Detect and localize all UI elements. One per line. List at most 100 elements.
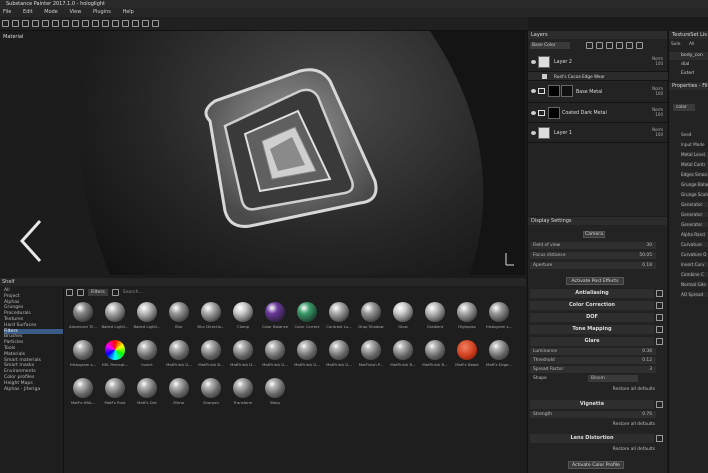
camera-icon[interactable] [82,20,89,27]
shelf-item[interactable]: Blur Directio... [194,302,228,334]
shelf-item[interactable]: Advanced Til... [66,302,100,334]
property-field[interactable]: Metal Contr [681,162,708,167]
view-3d-icon[interactable] [122,20,129,27]
vignette-strength-slider[interactable]: Strength 0.76 [530,411,656,418]
antialiasing-checkbox[interactable] [656,290,663,297]
activate-post-effects-button[interactable]: Activate Post Effects [566,277,624,285]
texture-set-item[interactable]: Exterl [669,70,708,78]
color-correction-checkbox[interactable] [656,302,663,309]
layer-blend[interactable]: Norm 100 [652,86,663,96]
property-field[interactable]: Alpha Rand [681,232,708,237]
glare-restore-defaults-button[interactable]: Restore all defaults [613,387,655,392]
search-input[interactable]: Search... [123,290,143,295]
add-fill-layer-icon[interactable] [606,42,613,49]
3d-viewport[interactable]: Material [0,31,526,275]
display-mode-icon[interactable] [102,20,109,27]
property-field[interactable]: Combine C [681,272,708,277]
shelf-item[interactable]: Drop Shadow [354,302,388,334]
property-field[interactable]: Curvature [681,242,708,247]
menu-plugins[interactable]: Plugins [93,9,111,15]
shelf-item[interactable]: MatFinish R... [418,340,452,372]
filter-tab[interactable]: Filters [88,289,108,296]
picker-tool-icon[interactable] [62,20,69,27]
menu-mode[interactable]: Mode [44,9,58,15]
menu-view[interactable]: View [69,9,81,15]
camera-button[interactable]: Camera [583,231,605,238]
shelf-item[interactable]: MatFx HBA... [66,378,100,410]
menu-help[interactable]: Help [122,9,133,15]
visibility-eye-icon[interactable] [531,89,536,93]
shelf-item[interactable]: MatFinish G... [290,340,324,372]
shelf-item[interactable]: Color Balance [258,302,292,334]
projection-tool-icon[interactable] [22,20,29,27]
solo-tab[interactable]: Sole [671,42,680,47]
effect-item-edge-wear[interactable]: Rust's Cocoa Edge Wear [528,72,668,81]
clone-tool-icon[interactable] [52,20,59,27]
layer-blend[interactable]: Norm 100 [652,56,663,66]
glare-checkbox[interactable] [656,338,663,345]
shape-select[interactable]: Shape Bloom [530,375,656,382]
layer-blend[interactable]: Norm 100 [652,107,663,117]
color-correction-section[interactable]: Color Correction [530,301,663,310]
shelf-item[interactable]: MatFinish B... [194,340,228,372]
channel-select[interactable]: Base Color [530,42,570,49]
focus-distance-slider[interactable]: Focus distance 50.05 [530,252,656,259]
add-effect-icon[interactable] [596,42,603,49]
layer-item-layer-1[interactable]: Layer 1 Norm 100 [528,123,668,143]
layer-item-layer-2[interactable]: Layer 2 Norm 100 [528,54,668,72]
add-mask-icon[interactable] [586,42,593,49]
shelf-item[interactable]: MatFx Dirt [130,378,164,410]
threshold-slider[interactable]: Threshold 0.12 [530,357,656,364]
shelf-item[interactable]: Glow [386,302,420,334]
bake-icon[interactable] [72,20,79,27]
shelf-item[interactable]: Blur [162,302,196,334]
aperture-slider[interactable]: Aperture 0.18 [530,262,656,269]
property-field[interactable]: Generator [681,202,708,207]
view-2d-icon[interactable] [112,20,119,27]
all-tab[interactable]: All [689,42,694,47]
property-field[interactable]: Grunge Balan [681,182,708,187]
shelf-item[interactable]: MatFx Rust [98,378,132,410]
shelf-item[interactable]: Highpass [450,302,484,334]
antialiasing-section[interactable]: Antialiasing [530,289,663,298]
add-layer-icon[interactable] [616,42,623,49]
iray-icon[interactable] [142,20,149,27]
luminance-slider[interactable]: Luminance 0.36 [530,348,656,355]
lens-distortion-section[interactable]: Lens Distortion [530,434,663,443]
back-icon[interactable] [66,289,73,296]
menu-file[interactable]: File [3,9,11,15]
lens-restore-defaults-button[interactable]: Restore all defaults [613,447,655,452]
visibility-eye-icon[interactable] [531,111,536,115]
shelf-item[interactable]: Contrast Lu... [322,302,356,334]
shelf-item[interactable]: Sharpen [194,378,228,410]
shelf-item[interactable]: MatFx Beast [450,340,484,372]
property-field[interactable]: Input Mode [681,142,705,147]
glare-section[interactable]: Glare [530,337,663,346]
shelf-item[interactable]: HSL Percept... [98,340,132,372]
property-field[interactable]: Invert Curv [681,262,708,267]
shelf-item[interactable]: Baked Lighti... [98,302,132,334]
shelf-item[interactable]: Invert [130,340,164,372]
screenshot-icon[interactable] [132,20,139,27]
texture-set-item[interactable]: dial [669,61,708,69]
property-field[interactable]: Curvature O [681,252,708,257]
add-folder-icon[interactable] [626,42,633,49]
settings-icon[interactable] [152,20,159,27]
shelf-item[interactable]: MatFinish G... [162,340,196,372]
shelf-item[interactable]: Warp [258,378,292,410]
vignette-section[interactable]: Vignette [530,400,663,409]
shelf-item[interactable]: MatFinish G... [322,340,356,372]
paint-brush-tool-icon[interactable] [2,20,9,27]
refresh-icon[interactable] [77,289,84,296]
shelf-item[interactable]: Clamp [226,302,260,334]
layer-item-base-metal[interactable]: Base Metal Norm 100 [528,81,668,103]
shelf-item[interactable]: MatFinish G... [258,340,292,372]
property-field[interactable]: Generator [681,222,708,227]
tone-mapping-checkbox[interactable] [656,326,663,333]
shelf-item[interactable]: Histogram s... [66,340,100,372]
dof-section[interactable]: DOF [530,313,663,322]
property-field[interactable]: AO Spread [681,292,708,297]
property-field[interactable]: Generator [681,212,708,217]
shelf-item[interactable]: Mirror [162,378,196,410]
texture-set-item[interactable]: body_con [669,52,708,60]
